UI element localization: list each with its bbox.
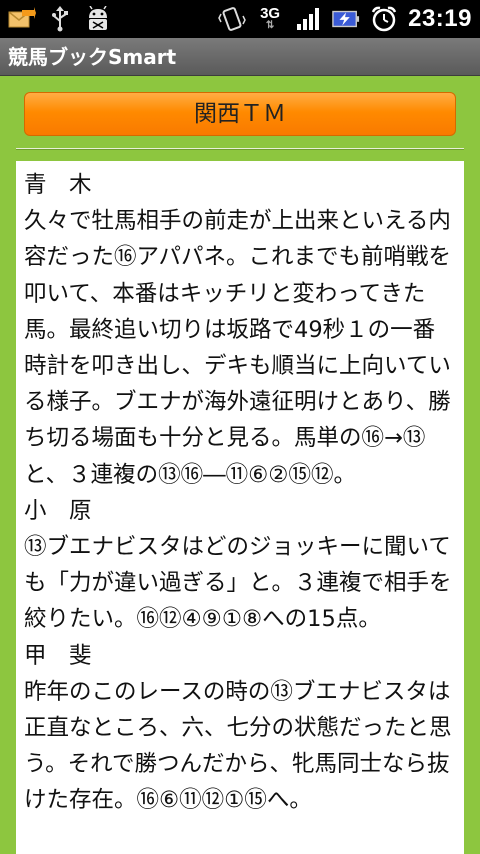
status-bar-system: 3G ⇅ 23:19 (218, 5, 472, 33)
status-bar: 3G ⇅ 23:19 (0, 0, 480, 38)
vibrate-icon (218, 5, 246, 33)
clock-time: 23:19 (408, 5, 472, 32)
commenter-name: 小 原 (24, 497, 92, 524)
comment-text: 昨年のこのレースの時の⑬ブエナビスタは正直なところ、六、七分の状態だったと思う。… (24, 678, 452, 814)
usb-icon[interactable] (46, 5, 74, 33)
status-bar-notifications (8, 5, 112, 33)
signal-icon (294, 5, 322, 33)
mail-arrow-icon[interactable] (8, 5, 36, 33)
alarm-icon (370, 5, 398, 33)
network-3g-icon: 3G ⇅ (260, 5, 281, 31)
divider (16, 148, 464, 150)
tm-region-button[interactable]: 関西ＴＭ (24, 92, 456, 136)
android-debug-icon[interactable] (84, 5, 112, 33)
comment-text: 久々で牡馬相手の前走が上出来といえる内容だった⑯アパパネ。これまでも前哨戦を叩い… (24, 208, 452, 488)
app-title: 競馬ブックSmart (0, 38, 480, 76)
comment-text: ⑬ブエナビスタはどのジョッキーに聞いても「力が違い過ぎる」と。３連複で相手を絞り… (24, 534, 452, 633)
battery-charging-icon (332, 5, 360, 33)
comments-panel: 青 木 久々で牡馬相手の前走が上出来といえる内容だった⑯アパパネ。これまでも前哨… (16, 161, 464, 854)
commenter-name: 青 木 (24, 172, 92, 198)
commenter-name: 甲 斐 (24, 642, 92, 669)
network-type-label: 3G (260, 5, 281, 22)
